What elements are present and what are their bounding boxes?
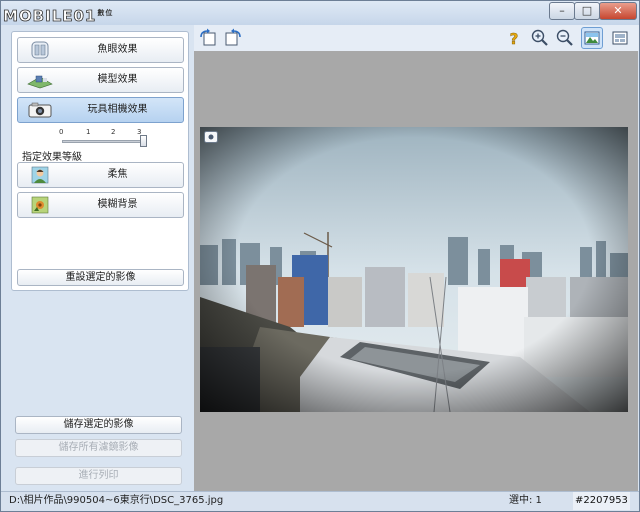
- minimize-icon: –: [559, 4, 565, 17]
- slider-tick-2: 2: [111, 128, 116, 136]
- level-slider-thumb[interactable]: [140, 135, 147, 147]
- maximize-icon: □: [581, 4, 593, 17]
- effect-applied-badge-icon: [204, 131, 218, 143]
- fisheye-effect-label: 魚眼效果: [97, 44, 138, 55]
- app-window: MOBILE01數位 – □ ✕ 魚眼效果 模型效果 玩具相機效果 0 1 2 …: [0, 0, 640, 512]
- svg-text:?: ?: [510, 30, 519, 48]
- print-button[interactable]: 進行列印: [15, 467, 182, 485]
- rotate-right-icon: [225, 28, 241, 46]
- status-bar: D:\相片作品\990504~6東京行\DSC_3765.jpg 選中: 1 #…: [1, 491, 639, 511]
- city-skyline-photo: [200, 127, 628, 412]
- effects-sidebar: 魚眼效果 模型效果 玩具相機效果 0 1 2 3 指定效果等級 柔焦 模糊背景 …: [9, 29, 191, 491]
- zoom-in-button[interactable]: [529, 27, 551, 49]
- logo-text: MOBILE01: [3, 7, 97, 26]
- viewer-toolbar: ?: [194, 25, 639, 51]
- fisheye-icon: [31, 41, 49, 59]
- blur-background-icon: [31, 196, 49, 214]
- reset-selected-button[interactable]: 重設選定的影像: [17, 269, 184, 286]
- level-slider-track[interactable]: [62, 140, 144, 143]
- zoom-out-icon: [556, 29, 573, 46]
- preview-photo[interactable]: [200, 127, 628, 412]
- close-button[interactable]: ✕: [599, 2, 637, 20]
- slider-tick-0: 0: [59, 128, 64, 136]
- soft-focus-portrait-icon: [31, 166, 49, 184]
- help-button[interactable]: ?: [503, 27, 525, 49]
- save-all-button[interactable]: 儲存所有濾鏡影像: [15, 439, 182, 457]
- slider-tick-1: 1: [86, 128, 91, 136]
- toy-camera-effect-label: 玩具相機效果: [87, 104, 148, 115]
- logo-sup: 數位: [97, 9, 114, 17]
- title-bar[interactable]: MOBILE01數位 – □ ✕: [1, 1, 639, 25]
- rotate-left-icon: [200, 28, 216, 46]
- effect-level-label: 指定效果等級: [22, 152, 82, 163]
- maximize-button[interactable]: □: [574, 2, 600, 20]
- toy-camera-effect-button[interactable]: 玩具相機效果: [17, 97, 184, 123]
- minimize-button[interactable]: –: [549, 2, 575, 20]
- rotate-right-button[interactable]: [222, 27, 244, 49]
- level-slider-ticks: 0 1 2 3: [59, 128, 149, 140]
- soft-focus-button[interactable]: 柔焦: [17, 162, 184, 188]
- model-effect-button[interactable]: 模型效果: [17, 67, 184, 93]
- filmstrip-view-icon: [612, 31, 628, 45]
- rotate-left-button[interactable]: [197, 27, 219, 49]
- effects-panel: 魚眼效果 模型效果 玩具相機效果 0 1 2 3 指定效果等級 柔焦 模糊背景 …: [11, 31, 189, 291]
- zoom-out-button[interactable]: [554, 27, 576, 49]
- zoom-in-icon: [531, 29, 548, 46]
- single-image-view-icon: [584, 31, 600, 45]
- blur-background-label: 模糊背景: [97, 199, 138, 210]
- save-selected-button[interactable]: 儲存選定的影像: [15, 416, 182, 434]
- soft-focus-label: 柔焦: [107, 169, 128, 180]
- selected-count: 選中: 1: [509, 495, 542, 506]
- model-effect-label: 模型效果: [97, 74, 138, 85]
- help-icon: ?: [509, 30, 519, 49]
- fisheye-effect-button[interactable]: 魚眼效果: [17, 37, 184, 63]
- image-viewer[interactable]: [194, 51, 638, 491]
- mobile01-logo: MOBILE01數位: [3, 2, 114, 26]
- post-watermark: #2207953: [573, 492, 630, 510]
- single-image-view-button[interactable]: [581, 27, 603, 49]
- toy-camera-icon: [28, 102, 52, 118]
- blur-background-button[interactable]: 模糊背景: [17, 192, 184, 218]
- file-path: D:\相片作品\990504~6東京行\DSC_3765.jpg: [9, 495, 224, 506]
- close-icon: ✕: [613, 4, 623, 17]
- miniature-model-icon: [27, 75, 53, 89]
- filmstrip-view-button[interactable]: [609, 27, 631, 49]
